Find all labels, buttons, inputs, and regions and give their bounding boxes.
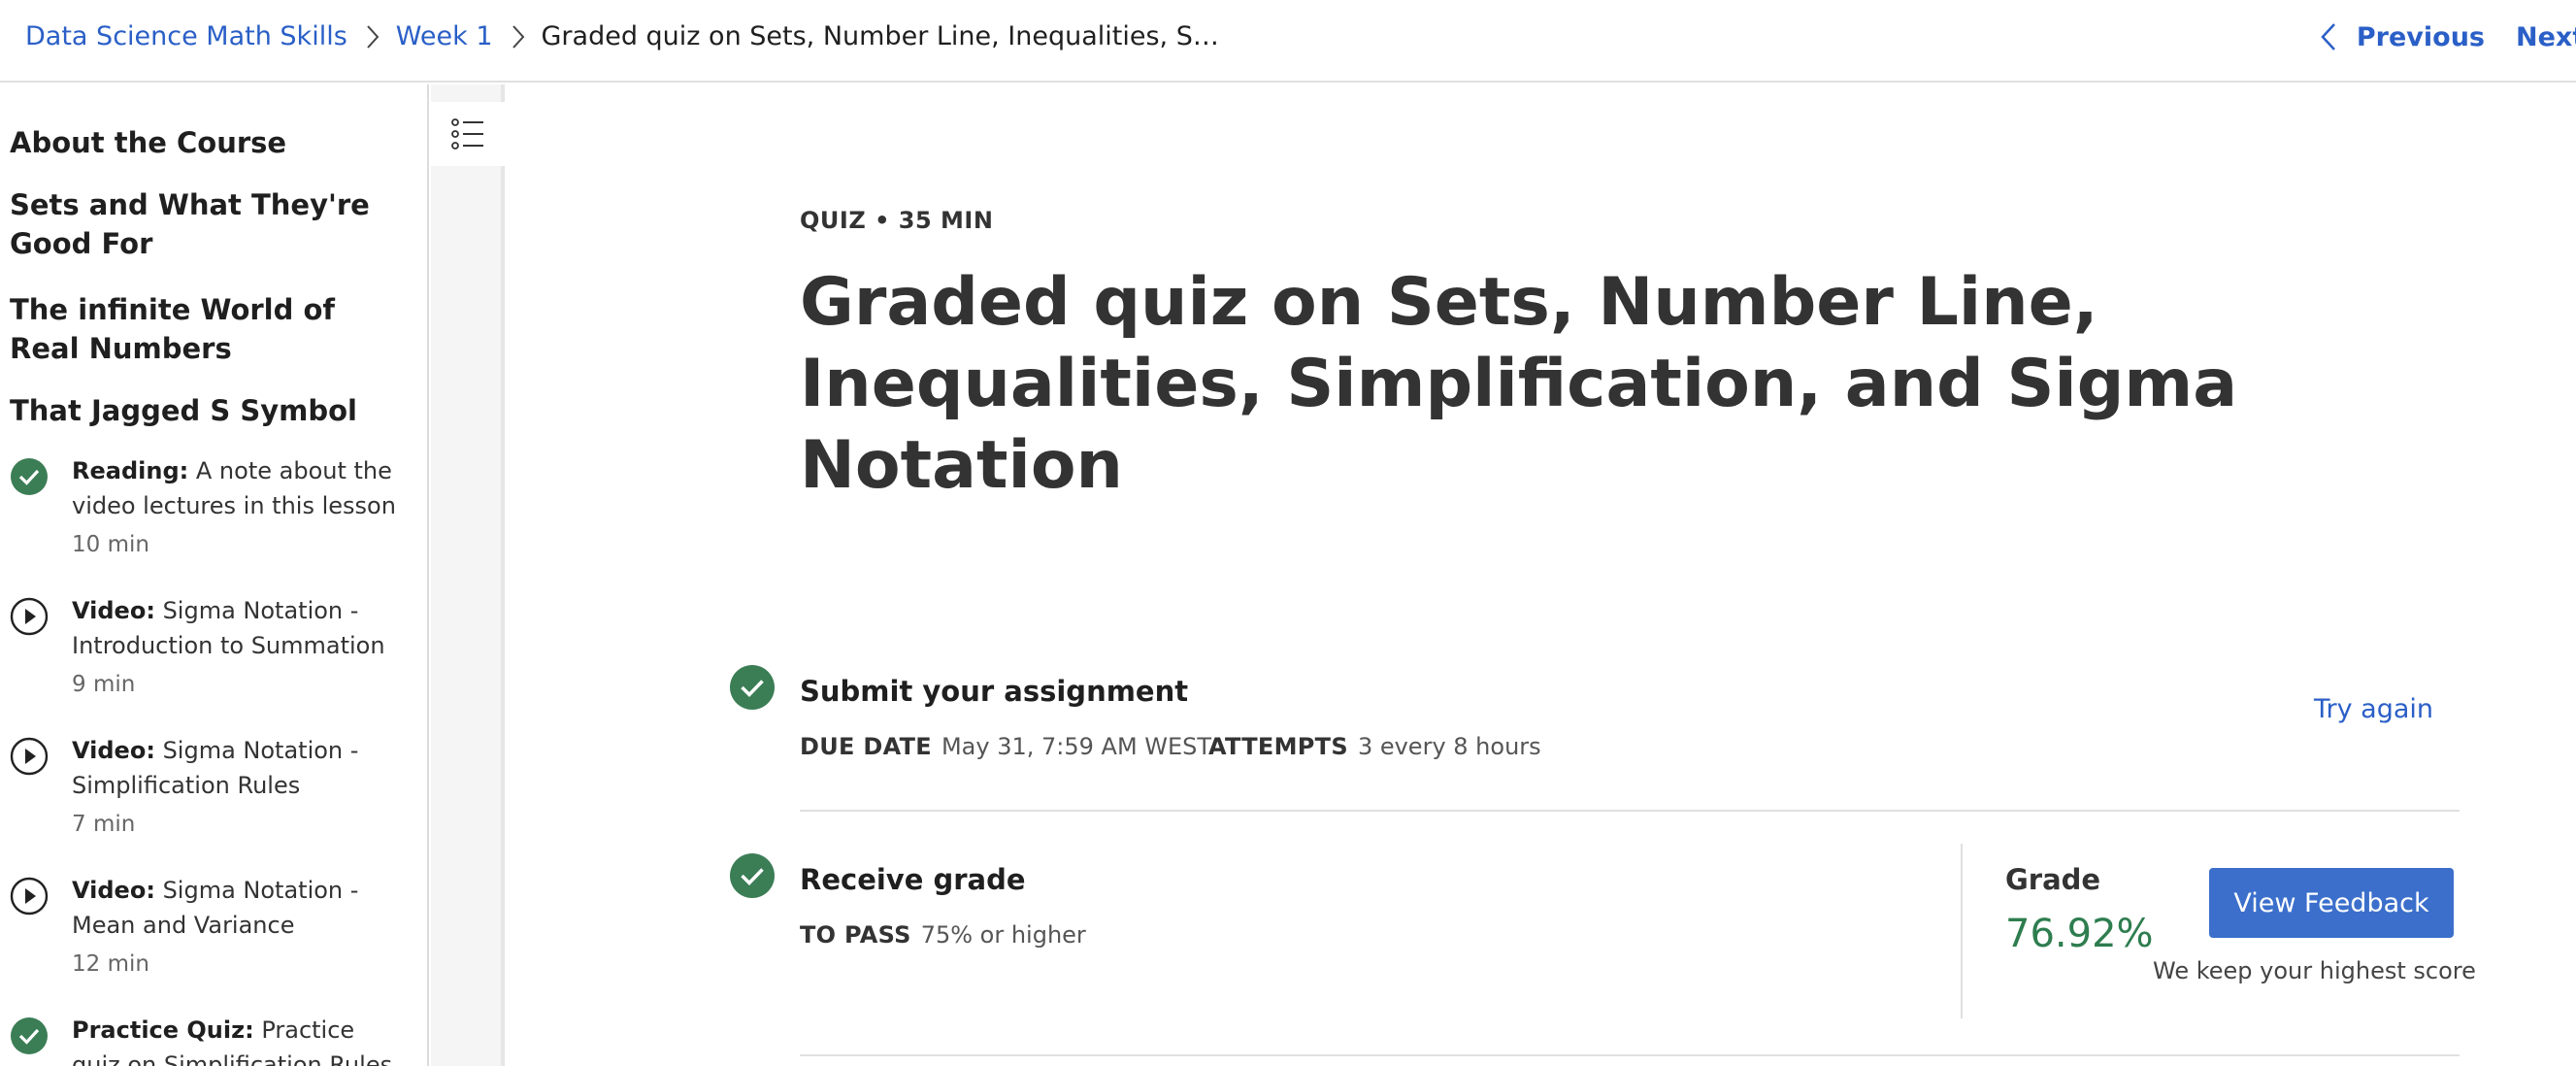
due-date-label: DUE DATE [800, 733, 932, 760]
item-duration: 10 min [72, 532, 149, 557]
sidebar-toggle-rail [431, 84, 505, 1066]
receive-grade-title: Receive grade [800, 863, 1026, 896]
chevron-right-icon [363, 23, 382, 50]
grade-value: 76.92% [2005, 912, 2154, 956]
sidebar-item-text: Video: Sigma Notation - Introduction to … [72, 593, 402, 702]
to-pass-label: TO PASS [800, 921, 911, 949]
breadcrumb: Data Science Math Skills Week 1 Graded q… [25, 21, 1219, 51]
main-content: QUIZ • 35 MIN Graded quiz on Sets, Numbe… [509, 84, 2576, 1066]
breadcrumb-week-link[interactable]: Week 1 [396, 21, 493, 51]
divider [800, 810, 2460, 812]
attempts-value: 3 every 8 hours [1357, 733, 1541, 760]
item-type: Video: [72, 877, 155, 904]
submit-assignment-title: Submit your assignment [800, 675, 1189, 708]
list-icon [451, 118, 483, 150]
breadcrumb-current: Graded quiz on Sets, Number Line, Inequa… [541, 21, 1219, 51]
due-date-value: May 31, 7:59 AM WEST [941, 733, 1212, 760]
play-circle-icon [10, 597, 49, 636]
previous-button[interactable]: Previous [2318, 21, 2485, 52]
sidebar-item-text: Reading: A note about the video lectures… [72, 453, 402, 562]
highest-score-note: We keep your highest score [2153, 957, 2476, 984]
item-type: Video: [72, 737, 155, 764]
divider [800, 1054, 2460, 1056]
section-real-numbers[interactable]: The infinite World of Real Numbers [0, 290, 408, 368]
attempts-label: ATTEMPTS [1208, 733, 1348, 760]
play-circle-icon [10, 877, 49, 916]
check-circle-icon [730, 853, 775, 898]
item-type: Video: [72, 597, 155, 624]
item-duration: 12 min [72, 951, 149, 977]
to-pass: TO PASS 75% or higher [800, 921, 1086, 949]
pager: Previous Next [2318, 21, 2576, 52]
check-circle-icon [730, 665, 775, 710]
chevron-right-icon [509, 23, 528, 50]
course-outline-sidebar: About the Course Sets and What They're G… [0, 84, 429, 1066]
grade-label: Grade [2005, 863, 2101, 896]
section-sets[interactable]: Sets and What They're Good For [0, 185, 408, 263]
view-feedback-button[interactable]: View Feedback [2209, 868, 2454, 938]
item-type: Practice Quiz: [72, 1016, 254, 1044]
item-duration: 9 min [72, 672, 136, 697]
sidebar-item-text: Practice Quiz: Practice quiz on Simplifi… [72, 1013, 402, 1066]
breadcrumb-course-link[interactable]: Data Science Math Skills [25, 21, 347, 51]
attempts: ATTEMPTS 3 every 8 hours [1208, 733, 1541, 760]
try-again-link[interactable]: Try again [2314, 694, 2433, 724]
outline-toggle-button[interactable] [431, 102, 505, 166]
top-bar: Data Science Math Skills Week 1 Graded q… [0, 0, 2576, 83]
previous-label: Previous [2356, 21, 2485, 52]
section-jagged-s-symbol[interactable]: That Jagged S Symbol [0, 391, 408, 430]
sidebar-item-text: Video: Sigma Notation - Simplification R… [72, 733, 402, 842]
due-date: DUE DATE May 31, 7:59 AM WEST [800, 733, 1211, 760]
to-pass-value: 75% or higher [920, 921, 1086, 949]
chevron-left-icon [2321, 23, 2335, 50]
sidebar-item-text: Video: Sigma Notation - Mean and Varianc… [72, 873, 402, 982]
next-button[interactable]: Next [2516, 22, 2576, 52]
play-circle-icon [10, 737, 49, 776]
section-about-the-course[interactable]: About the Course [0, 123, 408, 162]
item-meta: QUIZ • 35 MIN [800, 207, 994, 234]
check-circle-icon [11, 1017, 48, 1054]
check-circle-icon [11, 458, 48, 495]
item-duration: 7 min [72, 812, 136, 837]
item-type: Reading: [72, 457, 189, 484]
grade-divider [1961, 844, 1963, 1018]
page-title: Graded quiz on Sets, Number Line, Inequa… [800, 264, 2238, 504]
